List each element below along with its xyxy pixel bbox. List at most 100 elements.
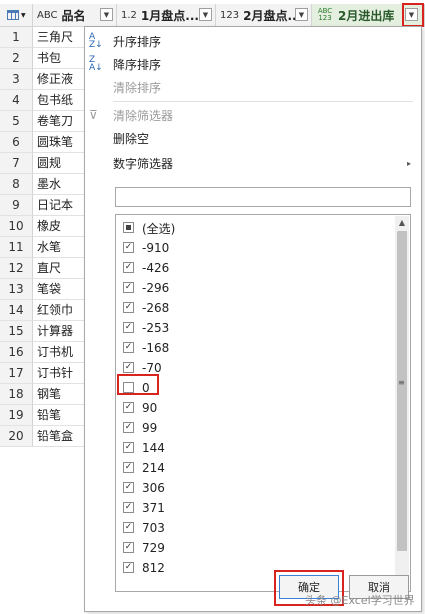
decimal-type-icon: 1.2: [121, 9, 137, 21]
row-number[interactable]: 11: [0, 237, 33, 258]
row-number[interactable]: 2: [0, 48, 33, 69]
checkbox[interactable]: ✓: [123, 282, 134, 293]
checkbox[interactable]: ✓: [123, 562, 134, 573]
checkbox[interactable]: ✓: [123, 242, 134, 253]
cell-name[interactable]: 橡皮: [33, 216, 84, 237]
filter-list-item[interactable]: ✓ 812: [116, 558, 386, 578]
cell-name[interactable]: 红领巾: [33, 300, 84, 321]
cell-name[interactable]: 笔袋: [33, 279, 84, 300]
number-filters-item[interactable]: 数字筛选器 ▸: [85, 152, 421, 174]
filter-list-item[interactable]: ✓ 729: [116, 538, 386, 558]
row-number[interactable]: 16: [0, 342, 33, 363]
filter-list-item[interactable]: ✓ 99: [116, 418, 386, 438]
cell-name[interactable]: 日记本: [33, 195, 84, 216]
cell-name[interactable]: 圆珠笔: [33, 132, 84, 153]
cell-name[interactable]: 卷笔刀: [33, 111, 84, 132]
row-number[interactable]: 8: [0, 174, 33, 195]
clear-sort-item[interactable]: 清除排序: [85, 76, 421, 98]
filter-list-item[interactable]: ✓ -268: [116, 298, 386, 318]
checkbox[interactable]: ✓: [123, 422, 134, 433]
sort-descending-item[interactable]: Z A↓ 降序排序: [85, 53, 421, 75]
checkbox[interactable]: ✓: [123, 262, 134, 273]
row-number[interactable]: 12: [0, 258, 33, 279]
row-number[interactable]: 10: [0, 216, 33, 237]
filter-list-item[interactable]: ✓ 214: [116, 458, 386, 478]
filter-list-item[interactable]: ✓ 144: [116, 438, 386, 458]
cell-name[interactable]: 圆规: [33, 153, 84, 174]
table-row: 15 计算器: [0, 321, 84, 342]
filter-value-label: -296: [142, 281, 170, 295]
column-label: 2月进出库: [338, 8, 395, 23]
table-row: 7 圆规: [0, 153, 84, 174]
filter-search-input[interactable]: [115, 187, 411, 207]
row-number[interactable]: 19: [0, 405, 33, 426]
checkbox[interactable]: ✓: [123, 302, 134, 313]
row-number[interactable]: 7: [0, 153, 33, 174]
checkbox[interactable]: ✓: [123, 542, 134, 553]
sort-ascending-item[interactable]: A Z↓ 升序排序: [85, 30, 421, 52]
checkbox[interactable]: ✓: [123, 342, 134, 353]
checkbox[interactable]: ✓: [123, 522, 134, 533]
row-number[interactable]: 14: [0, 300, 33, 321]
filter-list-item[interactable]: ✓ 90: [116, 398, 386, 418]
table-row: 5 卷笔刀: [0, 111, 84, 132]
row-number[interactable]: 3: [0, 69, 33, 90]
cell-name[interactable]: 铅笔盒: [33, 426, 84, 447]
row-number[interactable]: 20: [0, 426, 33, 447]
filter-list-item[interactable]: ✓ 703: [116, 518, 386, 538]
checkbox[interactable]: ✓: [123, 482, 134, 493]
cell-name[interactable]: 计算器: [33, 321, 84, 342]
checkbox[interactable]: ✓: [123, 402, 134, 413]
row-number[interactable]: 13: [0, 279, 33, 300]
checkbox[interactable]: [123, 222, 134, 233]
checkbox[interactable]: ✓: [123, 322, 134, 333]
filter-list-item[interactable]: ✓ -910: [116, 238, 386, 258]
filter-list-item[interactable]: ✓ -253: [116, 318, 386, 338]
column-filter-button[interactable]: ▼: [295, 8, 308, 21]
row-number[interactable]: 1: [0, 27, 33, 48]
remove-empty-item[interactable]: 删除空: [85, 127, 421, 149]
row-number[interactable]: 18: [0, 384, 33, 405]
table-menu-button[interactable]: ▼: [0, 4, 33, 26]
filter-list-item[interactable]: ✓ -296: [116, 278, 386, 298]
grip-icon: ≡: [398, 378, 405, 387]
filter-list-item[interactable]: ✓ -168: [116, 338, 386, 358]
filter-list-item[interactable]: (全选): [116, 218, 386, 238]
checkbox[interactable]: ✓: [123, 362, 134, 373]
cell-name[interactable]: 订书针: [33, 363, 84, 384]
column-header-jan[interactable]: 1.2 1月盘点... ▼: [117, 4, 216, 26]
filter-value-label: 371: [142, 501, 165, 515]
cell-name[interactable]: 直尺: [33, 258, 84, 279]
cell-name[interactable]: 书包: [33, 48, 84, 69]
scrollbar-thumb[interactable]: [397, 231, 407, 551]
cell-name[interactable]: 订书机: [33, 342, 84, 363]
cell-name[interactable]: 钢笔: [33, 384, 84, 405]
filter-list-item[interactable]: ✓ 371: [116, 498, 386, 518]
column-filter-button[interactable]: ▼: [100, 8, 113, 21]
checkbox[interactable]: ✓: [123, 462, 134, 473]
row-number[interactable]: 5: [0, 111, 33, 132]
row-number[interactable]: 4: [0, 90, 33, 111]
cell-name[interactable]: 墨水: [33, 174, 84, 195]
cell-name[interactable]: 铅笔: [33, 405, 84, 426]
checkbox[interactable]: ✓: [123, 442, 134, 453]
cell-name[interactable]: 水笔: [33, 237, 84, 258]
cell-name[interactable]: 修正液: [33, 69, 84, 90]
filter-value-label: -426: [142, 261, 170, 275]
row-number[interactable]: 9: [0, 195, 33, 216]
row-number[interactable]: 6: [0, 132, 33, 153]
row-number[interactable]: 15: [0, 321, 33, 342]
column-header-feb[interactable]: 123 2月盘点... ▼: [216, 4, 312, 26]
row-number[interactable]: 17: [0, 363, 33, 384]
filter-list-item[interactable]: ✓ -426: [116, 258, 386, 278]
scroll-up-icon[interactable]: ▲: [395, 216, 409, 230]
cell-name[interactable]: 包书纸: [33, 90, 84, 111]
filter-list-item[interactable]: ✓ 306: [116, 478, 386, 498]
vertical-scrollbar[interactable]: ▲ ≡ ▼: [395, 216, 409, 590]
cell-name[interactable]: 三角尺: [33, 27, 84, 48]
watermark: 头条 @Excel学习世界: [305, 594, 415, 607]
column-header-name[interactable]: ABC 品名 ▼: [33, 4, 117, 26]
checkbox[interactable]: ✓: [123, 502, 134, 513]
clear-filter-item[interactable]: ⊽ 清除筛选器: [85, 104, 421, 126]
column-filter-button[interactable]: ▼: [199, 8, 212, 21]
